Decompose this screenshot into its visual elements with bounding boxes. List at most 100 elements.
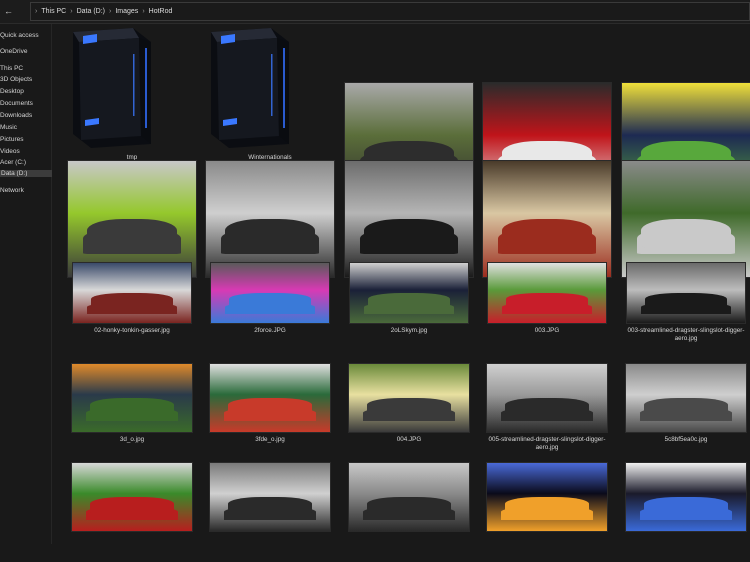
file-item[interactable]: 2oLSkym.jpg xyxy=(344,262,474,362)
file-item[interactable]: 002a.JPG xyxy=(621,160,750,288)
file-name-label: 004.JPG xyxy=(396,436,422,443)
image-thumbnail xyxy=(487,262,607,324)
sidebar-item-documents[interactable]: Documents xyxy=(0,100,33,107)
file-name-label: 3d_o.jpg xyxy=(119,436,145,443)
image-thumbnail xyxy=(71,462,193,532)
image-thumbnail xyxy=(209,363,331,433)
file-item[interactable]: 1V8ItUOj.jpg xyxy=(344,160,474,288)
sidebar-item-videos[interactable]: Videos xyxy=(0,148,20,155)
sidebar-item-3d-objects[interactable]: 3D Objects xyxy=(0,76,32,83)
hotrod-shape xyxy=(228,497,312,514)
image-thumbnail xyxy=(209,462,331,532)
back-arrow-icon[interactable]: ← xyxy=(4,6,13,16)
file-item[interactable]: 3d_o.jpg xyxy=(67,363,197,463)
file-item[interactable]: 003-streamlined-dragster-slingslot-digge… xyxy=(621,262,750,362)
file-item[interactable]: 1e49fme2.jpg xyxy=(482,160,612,288)
image-thumbnail xyxy=(344,160,474,278)
file-item[interactable]: 2force.JPG xyxy=(205,262,335,362)
hotrod-shape xyxy=(502,219,592,248)
file-name-label: 005-streamlined-dragster-slingslot-digge… xyxy=(488,436,606,451)
hotrod-shape xyxy=(228,293,312,308)
hotrod-shape xyxy=(641,219,731,248)
hotrod-shape xyxy=(367,293,451,308)
sidebar-item-this-pc[interactable]: This PC xyxy=(0,65,23,72)
sidebar-item-acer-c[interactable]: Acer (C:) xyxy=(0,159,26,166)
file-item[interactable]: 004.JPG xyxy=(344,363,474,463)
file-item[interactable]: 001.JPG xyxy=(67,160,197,288)
hotrod-shape xyxy=(87,219,177,248)
navigation-pane: Quick access OneDrive This PC 3D Objects… xyxy=(0,24,52,544)
breadcrumb-data-d[interactable]: Data (D:) xyxy=(77,8,105,15)
file-name-label: 2oLSkym.jpg xyxy=(390,327,428,334)
sidebar-item-music[interactable]: Music xyxy=(0,124,17,131)
folder-icon xyxy=(205,24,301,148)
hotrod-shape xyxy=(225,219,315,248)
chevron-right-icon: › xyxy=(109,8,112,15)
file-item[interactable] xyxy=(205,462,335,562)
hotrod-shape xyxy=(90,293,174,308)
chevron-right-icon: › xyxy=(70,8,73,15)
breadcrumb-images[interactable]: Images xyxy=(115,8,138,15)
file-item[interactable]: 005-streamlined-dragster-slingslot-digge… xyxy=(482,363,612,463)
file-item[interactable]: 0eb29_o.jpg xyxy=(482,24,612,210)
file-grid: tmpWinternationals_race_-...jpg0eb29_o.j… xyxy=(60,24,750,544)
folder-item[interactable]: Winternationals xyxy=(205,24,335,161)
hotrod-shape xyxy=(364,219,454,248)
chevron-right-icon: › xyxy=(35,8,38,15)
image-thumbnail xyxy=(348,462,470,532)
hotrod-shape xyxy=(505,497,589,514)
hotrod-shape xyxy=(505,293,589,308)
image-thumbnail xyxy=(210,262,330,324)
breadcrumb-this-pc[interactable]: This PC xyxy=(41,8,66,15)
file-item[interactable] xyxy=(67,462,197,562)
file-item[interactable]: 3fde_o.jpg xyxy=(205,363,335,463)
file-name-label: 02-honky-tonkin-gasser.jpg xyxy=(94,327,170,334)
image-thumbnail xyxy=(486,462,608,532)
file-item[interactable] xyxy=(482,462,612,562)
folder-item[interactable]: tmp xyxy=(67,24,197,161)
image-thumbnail xyxy=(625,363,747,433)
file-item[interactable]: 01_2048x1360.jpg xyxy=(205,160,335,288)
hotrod-shape xyxy=(644,293,728,308)
file-item[interactable]: 003.JPG xyxy=(482,262,612,362)
breadcrumb-hotrod[interactable]: HotRod xyxy=(149,8,173,15)
image-thumbnail xyxy=(71,363,193,433)
sidebar-item-onedrive[interactable]: OneDrive xyxy=(0,48,27,55)
image-thumbnail xyxy=(348,363,470,433)
file-name-label: 3fde_o.jpg xyxy=(255,436,285,443)
sidebar-item-downloads[interactable]: Downloads xyxy=(0,112,32,119)
file-name-label: 003-streamlined-dragster-slingslot-digge… xyxy=(627,327,745,342)
file-item[interactable]: 0c48d_o.jpg xyxy=(621,24,750,210)
file-name-label: 003.JPG xyxy=(534,327,560,334)
file-name-label: 5c8bf5ea0c.jpg xyxy=(664,436,708,443)
image-thumbnail xyxy=(482,160,612,278)
image-thumbnail xyxy=(626,262,746,324)
hotrod-shape xyxy=(367,398,451,415)
hotrod-shape xyxy=(367,497,451,514)
file-item[interactable]: 02-honky-tonkin-gasser.jpg xyxy=(67,262,197,362)
image-thumbnail xyxy=(205,160,335,278)
hotrod-shape xyxy=(505,398,589,415)
hotrod-shape xyxy=(228,398,312,415)
sidebar-item-network[interactable]: Network xyxy=(0,187,24,194)
file-name-label: 2force.JPG xyxy=(254,327,286,334)
sidebar-item-data-d[interactable]: Data (D:) xyxy=(0,170,52,177)
hotrod-shape xyxy=(644,497,728,514)
image-thumbnail xyxy=(349,262,469,324)
sidebar-item-pictures[interactable]: Pictures xyxy=(0,136,23,143)
address-bar[interactable]: › This PC › Data (D:) › Images › HotRod xyxy=(30,2,750,21)
image-thumbnail xyxy=(486,363,608,433)
file-item[interactable] xyxy=(344,462,474,562)
file-item[interactable]: 5c8bf5ea0c.jpg xyxy=(621,363,750,463)
hotrod-shape xyxy=(90,398,174,415)
file-item[interactable]: _race_-...jpg xyxy=(344,24,474,210)
sidebar-item-desktop[interactable]: Desktop xyxy=(0,88,24,95)
image-thumbnail xyxy=(67,160,197,278)
image-thumbnail xyxy=(72,262,192,324)
hotrod-shape xyxy=(90,497,174,514)
folder-icon xyxy=(67,24,163,148)
chevron-right-icon: › xyxy=(142,8,145,15)
hotrod-shape xyxy=(644,398,728,415)
file-item[interactable] xyxy=(621,462,750,562)
sidebar-item-quick-access[interactable]: Quick access xyxy=(0,32,39,39)
